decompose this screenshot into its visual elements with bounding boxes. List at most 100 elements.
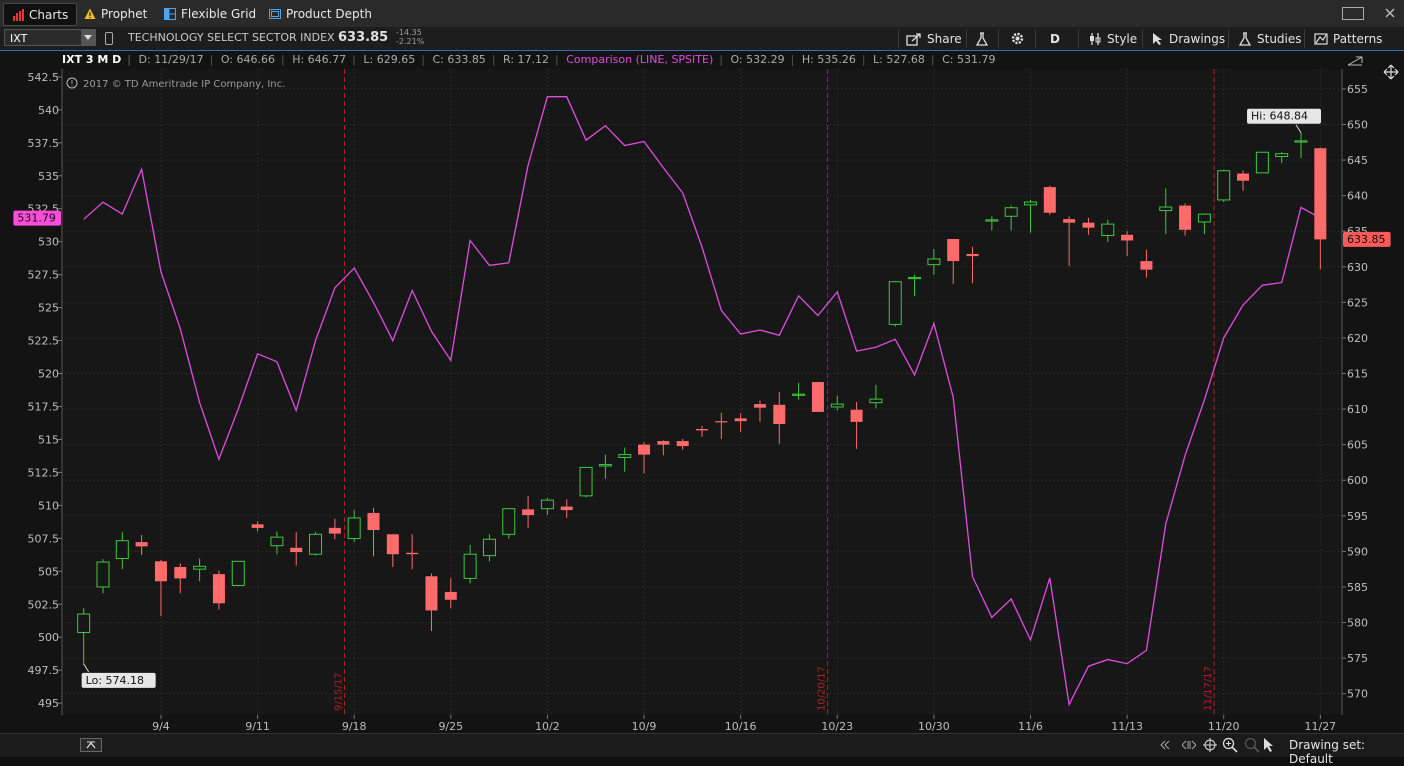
candle-body (502, 508, 516, 535)
candle-body (598, 464, 612, 467)
x-tick-label: 10/9 (632, 720, 657, 733)
cursor-arrow-icon[interactable] (1263, 737, 1275, 756)
studies-label: Studies (1257, 31, 1302, 46)
tab-prophet[interactable]: Prophet (76, 3, 155, 24)
candle-body (309, 533, 323, 555)
tab-prophet-label: Prophet (101, 6, 148, 21)
flask-icon (975, 31, 989, 46)
x-tick-label: 9/18 (342, 720, 367, 733)
zoom-out-icon[interactable] (1244, 737, 1260, 756)
patterns-button[interactable]: Patterns (1314, 29, 1382, 48)
settings-button[interactable] (1010, 29, 1025, 48)
chevron-up-icon (86, 741, 96, 749)
window-restore-icon[interactable] (1342, 7, 1364, 20)
candle-body (1082, 222, 1095, 228)
tab-flexible-grid[interactable]: Flexible Grid (156, 3, 264, 24)
up-candle (502, 508, 516, 539)
candle-body (1121, 234, 1134, 241)
tab-product-depth[interactable]: Product Depth (261, 3, 380, 24)
info-high: H: 646.77 (292, 53, 347, 66)
drawings-label: Drawings (1169, 31, 1226, 46)
candle-body (231, 560, 245, 587)
candle-body (193, 565, 207, 570)
warning-triangle-icon (84, 8, 96, 19)
left-tick-label: 495 (38, 697, 59, 710)
zoom-in-icon[interactable] (1222, 737, 1238, 756)
left-tick-label: 507.5 (28, 532, 60, 545)
candle-body (753, 404, 766, 408)
price-change: -14.35 -2.21% (396, 28, 424, 46)
candle-body (135, 542, 148, 547)
grid-icon (164, 7, 176, 20)
symbol-input[interactable]: IXT (4, 29, 96, 46)
link-icon[interactable] (105, 32, 113, 45)
crosshair-icon[interactable] (1202, 737, 1218, 756)
change-value: -14.35 (396, 28, 422, 37)
candle-body (482, 538, 496, 557)
flask-button[interactable] (975, 29, 989, 48)
price-chart[interactable]: 9/15/17 10/20/17 11/17/17 495 497.5 500 502.5… (0, 51, 1404, 733)
candle-body (406, 552, 419, 555)
candle-body (425, 576, 438, 611)
right-tick-label: 585 (1347, 581, 1368, 594)
close-icon[interactable] (1383, 6, 1397, 20)
x-tick-label: 11/27 (1304, 720, 1336, 733)
comparison-price-tag-text: 531.79 (17, 212, 56, 225)
expand-panel-button[interactable] (80, 738, 102, 752)
candle-body (1140, 261, 1153, 270)
candle-body (540, 499, 554, 510)
symbol-dropdown-icon[interactable] (81, 30, 95, 45)
candle-body (270, 536, 284, 547)
change-percent: -2.21% (396, 37, 425, 46)
right-tick-label: 575 (1347, 652, 1368, 665)
scroll-left-icon[interactable] (1158, 739, 1172, 754)
style-button[interactable]: Style (1088, 29, 1137, 48)
right-tick-label: 625 (1347, 296, 1368, 309)
candle-body (966, 253, 979, 257)
right-tick-label: 620 (1347, 332, 1368, 345)
aggregation-period-button[interactable]: D (1050, 29, 1060, 48)
divider (998, 29, 999, 48)
drawings-button[interactable]: Drawings (1152, 29, 1225, 48)
divider (1035, 29, 1036, 48)
chart-title: IXT 3 M D (62, 53, 122, 66)
up-candle (579, 466, 593, 498)
x-tick-label: 10/16 (725, 720, 757, 733)
candle-body (947, 239, 960, 262)
info-cmp-high: H: 535.26 (801, 53, 856, 66)
up-candle (231, 560, 245, 587)
symbol-description: TECHNOLOGY SELECT SECTOR INDEX (128, 31, 335, 44)
expand-icon[interactable] (1181, 739, 1197, 754)
left-tick-label: 502.5 (28, 598, 60, 611)
date-divider-label: 10/20/17 (817, 666, 828, 711)
x-tick-label: 11/13 (1111, 720, 1143, 733)
right-tick-label: 655 (1347, 83, 1368, 96)
info-comparison[interactable]: Comparison (LINE, SPSITE) (566, 53, 713, 66)
left-tick-label: 535 (38, 170, 59, 183)
right-tick-label: 615 (1347, 368, 1368, 381)
right-tick-label: 645 (1347, 154, 1368, 167)
candle-body (792, 393, 806, 396)
date-divider-label: 9/15/17 (334, 672, 345, 711)
candle-body (696, 428, 708, 431)
tab-charts-label: Charts (29, 7, 69, 22)
drawing-set-label[interactable]: Drawing set: Default (1289, 738, 1404, 766)
patterns-icon (1314, 32, 1328, 45)
right-tick-label: 590 (1347, 545, 1368, 558)
right-tick-label: 605 (1347, 439, 1368, 452)
candle-body (154, 561, 167, 582)
candle-body (463, 553, 477, 579)
candle-body (251, 524, 264, 528)
candle-body (1255, 151, 1269, 174)
share-button[interactable]: Share (906, 29, 962, 48)
candle-body (328, 527, 341, 534)
divider (966, 29, 967, 48)
tab-charts[interactable]: Charts (3, 3, 78, 26)
left-tick-label: 497.5 (28, 664, 60, 677)
last-price-tag: 633.85 (1343, 231, 1391, 247)
info-open: O: 646.66 (220, 53, 275, 66)
studies-button[interactable]: Studies (1238, 29, 1302, 48)
up-candle (1217, 170, 1231, 203)
right-tick-label: 610 (1347, 403, 1368, 416)
left-tick-label: 515 (38, 433, 59, 446)
